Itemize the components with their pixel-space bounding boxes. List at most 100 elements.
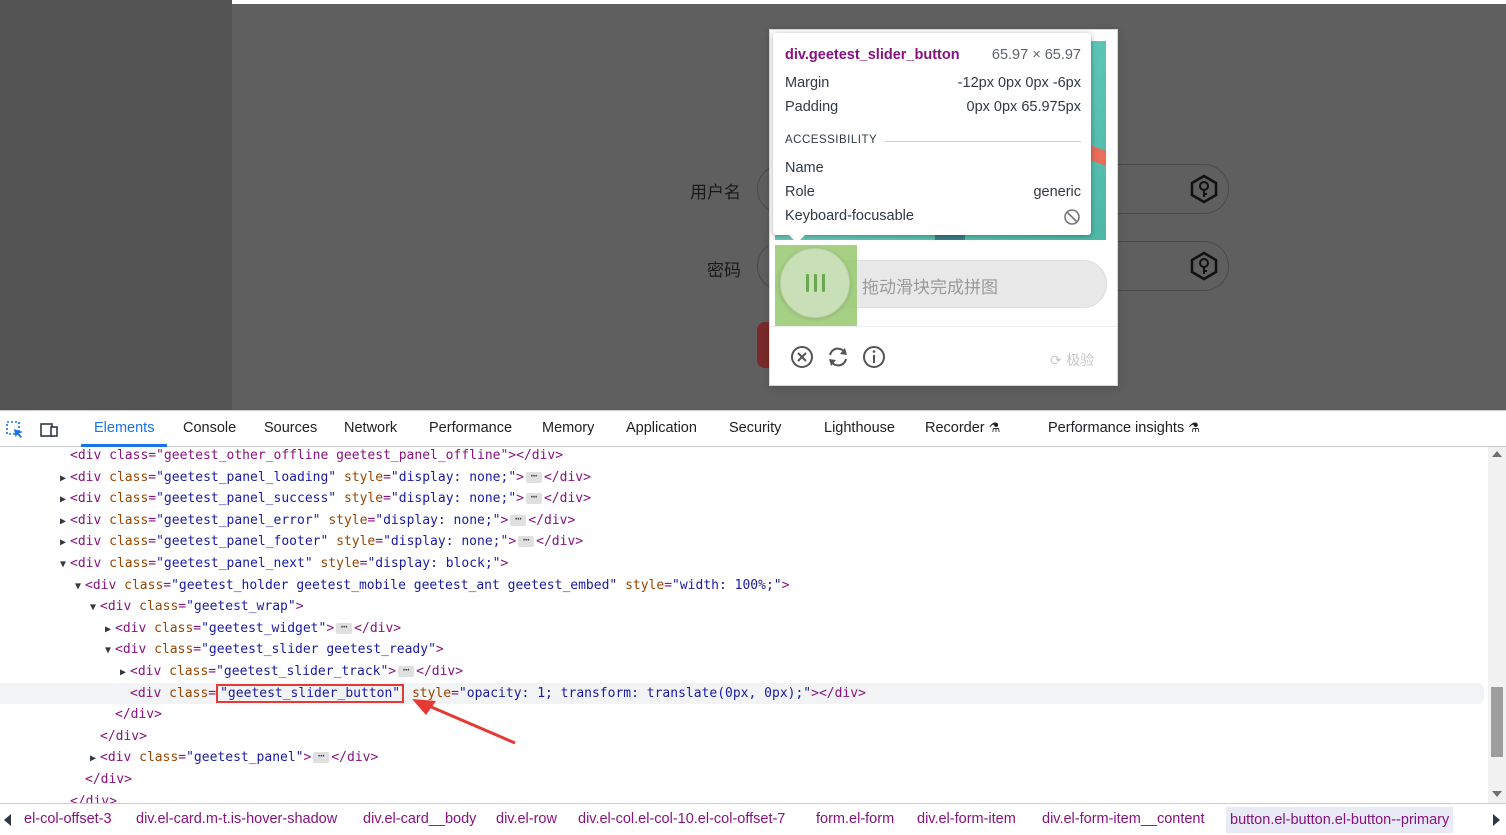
tooltip-element-name: div.geetest_slider_button: [785, 47, 960, 63]
breadcrumb-scroll-right[interactable]: [1493, 814, 1500, 826]
tooltip-title-row: div.geetest_slider_button 65.97 × 65.97: [785, 47, 1081, 63]
expand-triangle-icon[interactable]: ▶: [105, 619, 115, 640]
breadcrumb-item[interactable]: form.el-form: [816, 811, 894, 827]
annotation-arrow-icon: [412, 699, 516, 745]
ellipsis-icon[interactable]: ⋯: [510, 513, 527, 526]
selected-tree-node[interactable]: <div class= "geetest_slider_button" style…: [0, 682, 1484, 705]
tree-node[interactable]: </div>: [0, 704, 1484, 725]
inspect-element-icon[interactable]: [5, 420, 25, 440]
tab-network[interactable]: Network: [344, 420, 397, 436]
tree-node[interactable]: ▶ <div class="geetest_slider_track"> ⋯ </di…: [0, 661, 1484, 682]
scroll-thumb[interactable]: [1491, 687, 1503, 757]
expand-triangle-icon[interactable]: ▶: [120, 662, 130, 683]
geetest-brand[interactable]: ⟳ 极验: [1050, 350, 1094, 370]
tab-application[interactable]: Application: [626, 420, 697, 436]
tab-performance[interactable]: Performance: [429, 420, 512, 436]
tree-node[interactable]: ▼ <div class="geetest_wrap">: [0, 596, 1484, 617]
tab-security[interactable]: Security: [729, 420, 781, 436]
tooltip-name-row: Name: [785, 160, 1081, 176]
expand-triangle-icon[interactable]: ▶: [60, 511, 70, 532]
breadcrumb-item[interactable]: el-col-offset-3: [24, 811, 112, 827]
expand-triangle-icon[interactable]: ▼: [60, 554, 70, 575]
not-allowed-icon: [1064, 209, 1080, 225]
slider-button[interactable]: [780, 248, 850, 318]
key-icon: [1190, 174, 1218, 204]
breadcrumb-item[interactable]: div.el-col.el-col-10.el-col-offset-7: [578, 811, 785, 827]
username-label: 用户名: [690, 183, 741, 202]
tooltip-divider: [885, 141, 1081, 142]
tab-performance-insights-label: Performance insights: [1048, 420, 1185, 436]
tab-lighthouse[interactable]: Lighthouse: [824, 420, 895, 436]
close-circle-icon[interactable]: [789, 344, 815, 370]
tooltip-keyboard-row: Keyboard-focusable: [785, 208, 1081, 226]
tooltip-role-row: Role generic: [785, 184, 1081, 200]
tooltip-dimensions: 65.97 × 65.97: [991, 47, 1081, 63]
ellipsis-icon[interactable]: ⋯: [518, 534, 535, 548]
tree-node[interactable]: ▶ <div class="geetest_widget"> ⋯ </div>: [0, 618, 1484, 639]
expand-triangle-icon[interactable]: ▼: [90, 597, 100, 618]
expand-triangle-icon[interactable]: [75, 770, 85, 791]
tree-node[interactable]: ▼ <div class="geetest_holder geetest_mobi…: [0, 575, 1484, 596]
expand-triangle-icon[interactable]: ▼: [75, 576, 85, 597]
tab-performance-insights[interactable]: Performance insights ⚗: [1048, 420, 1200, 436]
elements-tree[interactable]: <div class="geetest_other_offline geetes…: [0, 447, 1488, 803]
tree-node[interactable]: ▶ <div class="geetest_panel_footer" style…: [0, 531, 1484, 552]
tree-node[interactable]: ▶ <div class="geetest_panel_error" style=…: [0, 510, 1484, 531]
tab-console[interactable]: Console: [183, 420, 236, 436]
ellipsis-icon[interactable]: ⋯: [313, 750, 330, 764]
breadcrumb-scroll-left[interactable]: [4, 814, 11, 826]
expand-triangle-icon[interactable]: ▶: [60, 468, 70, 489]
ellipsis-icon[interactable]: ⋯: [525, 491, 542, 505]
tab-elements[interactable]: Elements: [94, 420, 154, 436]
expand-triangle-icon[interactable]: [60, 447, 70, 467]
page-viewport: 用户名 密码 拖动滑块完成拼图 ⟳ 极验 div.geetest_slider_…: [0, 0, 1506, 410]
scroll-up-arrow[interactable]: [1492, 451, 1502, 457]
tree-node[interactable]: </div>: [0, 726, 1484, 747]
tree-node[interactable]: ▶ <div class="geetest_panel_success" styl…: [0, 488, 1484, 509]
page-left-column: [0, 0, 232, 410]
tree-node[interactable]: ▶ <div class="geetest_panel_loading" styl…: [0, 467, 1484, 488]
expand-triangle-icon[interactable]: ▶: [60, 489, 70, 510]
tree-node[interactable]: ▼ <div class="geetest_panel_next" style="…: [0, 553, 1484, 574]
slider-hint-text: 拖动滑块完成拼图: [862, 278, 998, 298]
ellipsis-icon[interactable]: ⋯: [336, 621, 353, 634]
tree-node[interactable]: ▶ <div class="geetest_panel"> ⋯ </div>: [0, 747, 1484, 768]
elements-breadcrumb: el-col-offset-3 div.el-card.m-t.is-hover-…: [0, 803, 1506, 835]
device-toolbar-icon[interactable]: [39, 420, 59, 440]
ellipsis-icon[interactable]: ⋯: [398, 664, 415, 677]
info-icon[interactable]: [861, 344, 887, 370]
expand-triangle-icon[interactable]: [105, 705, 115, 726]
expand-triangle-icon[interactable]: [120, 684, 130, 705]
tab-recorder[interactable]: Recorder ⚗: [925, 420, 1000, 436]
expand-triangle-icon[interactable]: ▶: [90, 748, 100, 769]
expand-triangle-icon[interactable]: ▼: [105, 640, 115, 661]
tab-recorder-label: Recorder: [925, 420, 985, 436]
breadcrumb-item[interactable]: div.el-form-item: [917, 811, 1016, 827]
margin-label: Margin: [785, 75, 830, 91]
padding-label: Padding: [785, 99, 839, 115]
expand-triangle-icon[interactable]: [90, 727, 100, 748]
elements-scrollbar[interactable]: [1488, 447, 1506, 803]
breadcrumb-item[interactable]: div.el-card__body: [363, 811, 476, 827]
breadcrumb-item[interactable]: button.el-button.el-button--primary: [1226, 807, 1454, 833]
tree-node[interactable]: ▼ <div class="geetest_slider geetest_read…: [0, 639, 1484, 660]
tooltip-margin-row: Margin -12px 0px 0px -6px: [785, 75, 1081, 91]
key-icon: [1190, 251, 1218, 281]
tab-sources[interactable]: Sources: [264, 420, 317, 436]
brand-text: 极验: [1066, 353, 1095, 369]
ellipsis-icon[interactable]: ⋯: [525, 470, 542, 483]
grip-line: [805, 274, 809, 292]
keyboard-focusable-label: Keyboard-focusable: [785, 208, 914, 224]
tree-node[interactable]: </div>: [0, 769, 1484, 790]
breadcrumb-item[interactable]: div.el-form-item__content: [1042, 811, 1205, 827]
expand-triangle-icon[interactable]: ▶: [60, 532, 70, 553]
scroll-down-arrow[interactable]: [1492, 791, 1502, 797]
expand-triangle-icon[interactable]: [60, 792, 70, 803]
refresh-icon[interactable]: [825, 344, 851, 370]
tab-memory[interactable]: Memory: [542, 420, 594, 436]
breadcrumb-item[interactable]: div.el-card.m-t.is-hover-shadow: [136, 811, 337, 827]
breadcrumb-item[interactable]: div.el-row: [496, 811, 557, 827]
password-label: 密码: [707, 261, 741, 280]
tree-node[interactable]: <div class="geetest_other_offline geetes…: [0, 447, 1484, 466]
tree-node[interactable]: </div>: [0, 791, 1484, 803]
